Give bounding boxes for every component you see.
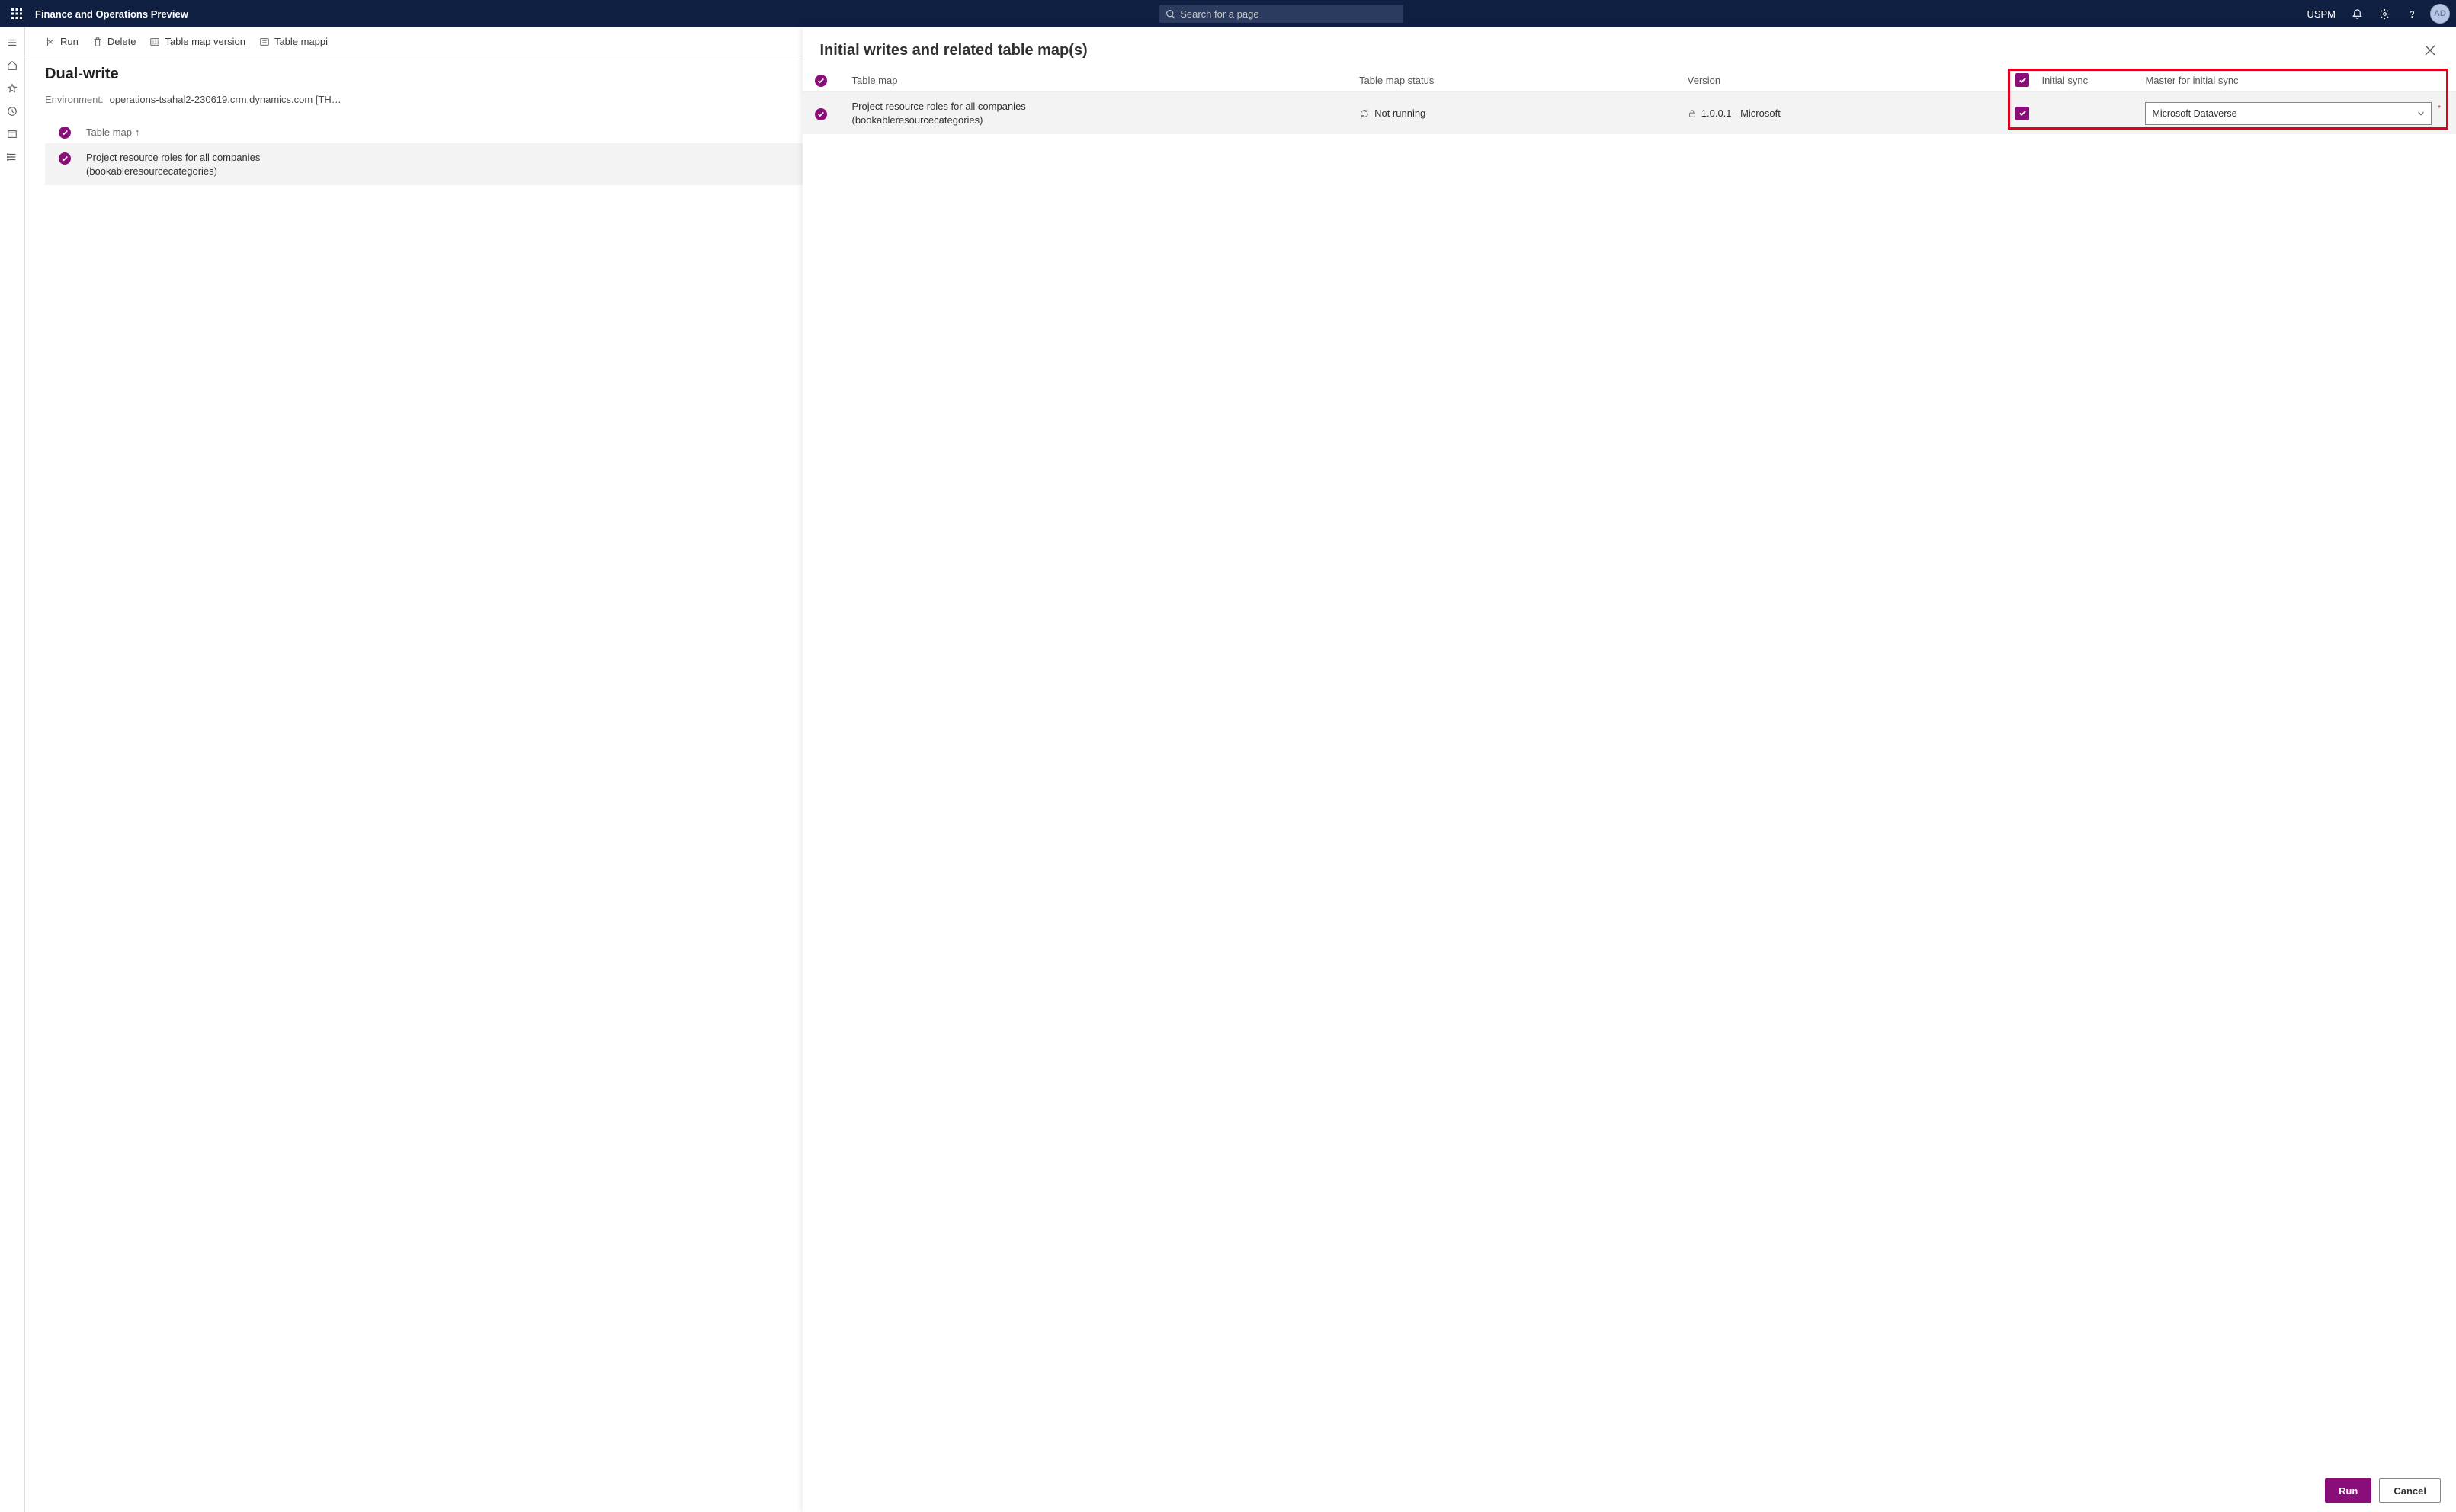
- app-launcher-icon[interactable]: [3, 0, 30, 27]
- modules-icon[interactable]: [0, 146, 24, 168]
- run-button[interactable]: Run: [2325, 1478, 2371, 1503]
- global-search-placeholder: Search for a page: [1180, 8, 1258, 20]
- not-running-icon: [1359, 108, 1370, 119]
- col-version[interactable]: Version: [1688, 75, 2016, 86]
- workspaces-icon[interactable]: [0, 123, 24, 145]
- user-avatar[interactable]: AD: [2430, 4, 2450, 24]
- row-checkbox[interactable]: [59, 152, 71, 165]
- close-icon[interactable]: [2421, 41, 2439, 59]
- col-master[interactable]: Master for initial sync: [2145, 75, 2444, 86]
- panel-select-all-checkbox[interactable]: [815, 75, 827, 87]
- cancel-button[interactable]: Cancel: [2379, 1478, 2441, 1503]
- action-table-map-version[interactable]: 123 Table map version: [149, 36, 245, 47]
- row-title: Project resource roles for all companies: [86, 151, 260, 165]
- home-icon[interactable]: [0, 55, 24, 76]
- panel-table-header: Table map Table map status Version Initi…: [803, 69, 2456, 92]
- col-initial-sync-label: Initial sync: [2041, 75, 2088, 86]
- select-all-checkbox[interactable]: [59, 127, 71, 139]
- panel-title: Initial writes and related table map(s): [819, 42, 1087, 59]
- panel-row-name: Project resource roles for all companies: [851, 100, 1025, 114]
- action-run[interactable]: Run: [45, 36, 79, 47]
- favorites-icon[interactable]: [0, 78, 24, 99]
- global-search[interactable]: Search for a page: [1159, 5, 1403, 23]
- company-picker[interactable]: USPM: [2300, 8, 2342, 20]
- initial-writes-panel: Initial writes and related table map(s) …: [803, 27, 2456, 1512]
- panel-row-checkbox[interactable]: [815, 108, 827, 120]
- action-table-mappings[interactable]: Table mappi: [259, 36, 328, 47]
- left-nav-rail: [0, 27, 25, 1512]
- environment-value[interactable]: operations-tsahal2-230619.crm.dynamics.c…: [110, 94, 342, 105]
- panel-table-row[interactable]: Project resource roles for all companies…: [803, 92, 2456, 134]
- panel-row-version: 1.0.0.1 - Microsoft: [1701, 107, 1781, 119]
- help-icon[interactable]: [2400, 0, 2424, 27]
- column-table-map[interactable]: Table map: [86, 127, 132, 138]
- suite-nav: Finance and Operations Preview Search fo…: [0, 0, 2456, 27]
- sort-asc-icon: ↑: [135, 127, 140, 138]
- app-title: Finance and Operations Preview: [30, 8, 188, 20]
- action-delete[interactable]: Delete: [92, 36, 136, 47]
- recent-icon[interactable]: [0, 101, 24, 122]
- required-indicator: *: [2438, 104, 2441, 113]
- lock-icon: [1688, 109, 1697, 118]
- row-subtitle: (bookableresourcecategories): [86, 165, 260, 178]
- initial-sync-header-checkbox[interactable]: [2015, 73, 2029, 87]
- col-status[interactable]: Table map status: [1359, 75, 1688, 86]
- panel-row-subname: (bookableresourcecategories): [851, 114, 1025, 127]
- initial-sync-row-checkbox[interactable]: [2015, 107, 2029, 120]
- nav-expand-icon[interactable]: [0, 32, 24, 53]
- col-table-map[interactable]: Table map: [851, 75, 1359, 86]
- settings-icon[interactable]: [2372, 0, 2397, 27]
- notifications-icon[interactable]: [2345, 0, 2369, 27]
- svg-text:123: 123: [152, 40, 159, 45]
- chevron-down-icon: [2417, 110, 2425, 117]
- environment-label-row: Environment: operations-tsahal2-230619.c…: [45, 94, 342, 105]
- panel-row-status: Not running: [1374, 107, 1425, 119]
- master-for-initial-sync-select[interactable]: Microsoft Dataverse: [2145, 102, 2432, 125]
